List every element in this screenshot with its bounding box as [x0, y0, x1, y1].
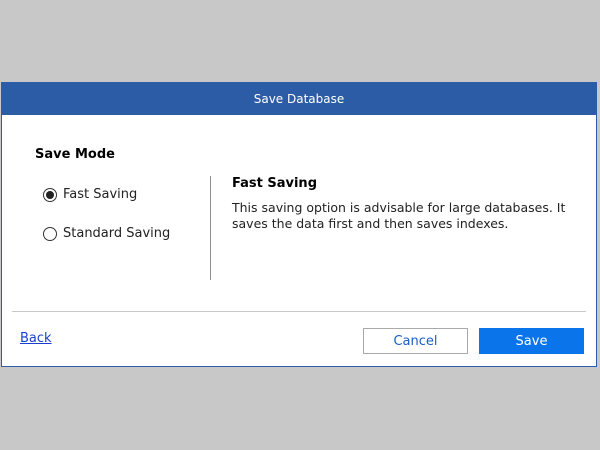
fast-saving-label[interactable]: Fast Saving — [63, 187, 137, 202]
save-database-dialog: Save Database Save Mode Fast Saving Stan… — [1, 82, 597, 367]
standard-saving-option[interactable]: Standard Saving — [43, 226, 170, 241]
dialog-title: Save Database — [253, 92, 345, 106]
save-button[interactable]: Save — [479, 328, 584, 354]
description-text: This saving option is advisable for larg… — [232, 200, 566, 231]
radio-selected-dot — [46, 190, 54, 199]
save-mode-heading: Save Mode — [35, 147, 115, 162]
standard-saving-radio[interactable] — [43, 226, 57, 241]
dialog-titlebar: Save Database — [2, 83, 596, 115]
back-link[interactable]: Back — [20, 331, 52, 346]
footer-divider — [12, 311, 586, 312]
fast-saving-option[interactable]: Fast Saving — [43, 187, 137, 202]
standard-saving-label[interactable]: Standard Saving — [63, 226, 170, 241]
vertical-divider — [210, 176, 211, 280]
description-title: Fast Saving — [232, 176, 317, 191]
cancel-button[interactable]: Cancel — [363, 328, 468, 354]
fast-saving-radio[interactable] — [43, 187, 57, 202]
